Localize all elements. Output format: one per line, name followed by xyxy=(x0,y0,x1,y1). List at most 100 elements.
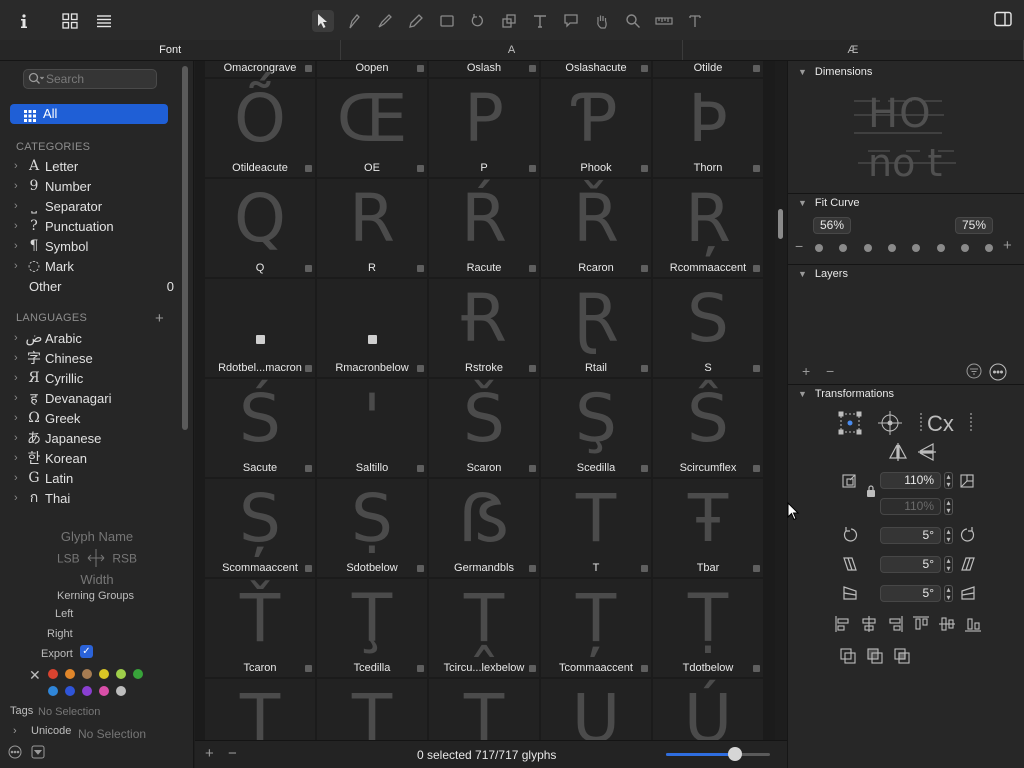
glyph-status-marker[interactable] xyxy=(305,265,312,272)
glyph-cell[interactable]: Ț Tcommaaccent xyxy=(541,579,651,677)
fit-curve-step[interactable] xyxy=(985,244,994,252)
chevron-right-icon[interactable]: › xyxy=(14,412,25,424)
pen-icon[interactable] xyxy=(343,10,365,32)
chevron-right-icon[interactable]: › xyxy=(14,160,25,172)
color-label-swatch[interactable] xyxy=(65,686,75,696)
chevron-right-icon[interactable]: › xyxy=(14,492,25,504)
glyph-cell[interactable]: ꞌ Saltillo xyxy=(317,379,427,477)
sidebar-scrollbar[interactable] xyxy=(182,66,188,430)
glyph-status-marker[interactable] xyxy=(641,65,648,72)
sidebar-item-separator[interactable]: › ⎵ Separator xyxy=(14,197,174,215)
glyph-status-marker[interactable] xyxy=(417,365,424,372)
fit-curve-step[interactable] xyxy=(912,244,921,252)
align-bottom-icon[interactable] xyxy=(964,615,982,636)
chevron-right-icon[interactable]: › xyxy=(14,392,25,404)
glyph-status-marker[interactable] xyxy=(305,65,312,72)
sidebar-item-letter[interactable]: › A Letter xyxy=(14,157,174,175)
glyph-cell[interactable]: RR xyxy=(317,179,427,277)
list-view-icon[interactable] xyxy=(94,11,114,31)
sidebar-item-all[interactable]: All xyxy=(10,104,168,124)
glyph-status-marker[interactable] xyxy=(305,365,312,372)
glyph-cell[interactable]: U xyxy=(541,679,651,740)
draw-icon[interactable] xyxy=(374,10,396,32)
fit-curve-step[interactable] xyxy=(815,244,823,252)
fit-curve-step[interactable] xyxy=(936,244,945,252)
add-language-icon[interactable]: + xyxy=(155,310,164,327)
export-checkbox[interactable]: ✓ xyxy=(80,645,93,658)
flip-vertical-icon[interactable] xyxy=(917,442,937,465)
unicode-value[interactable]: No Selection xyxy=(78,727,146,741)
info-icon[interactable] xyxy=(14,11,34,31)
glyph-status-marker[interactable] xyxy=(753,65,760,72)
skew-stepper[interactable]: ▴ ▾ xyxy=(944,585,953,602)
glyph-status-marker[interactable] xyxy=(417,65,424,72)
rectangle-icon[interactable] xyxy=(436,10,458,32)
glyph-cell[interactable]: Omacrongrave xyxy=(205,61,315,77)
rotate-stepper[interactable]: ▴ ▾ xyxy=(944,527,953,544)
chevron-down-icon[interactable]: ▼ xyxy=(798,389,807,399)
scale-y-field[interactable]: 110% xyxy=(880,498,941,515)
align-middle-icon[interactable] xyxy=(938,615,956,636)
glyph-cell[interactable]: Ţ Tcedilla xyxy=(317,579,427,677)
intersect-icon[interactable] xyxy=(893,647,911,668)
chevron-right-icon[interactable]: › xyxy=(14,260,25,272)
sidebar-item-arabic[interactable]: › ض Arabic xyxy=(14,329,174,347)
fit-curve-step[interactable] xyxy=(839,244,848,252)
slant-right-icon[interactable] xyxy=(958,555,978,578)
scale-x-field[interactable]: 110% xyxy=(880,472,941,489)
glyph-cell[interactable]: Ṣ Sdotbelow xyxy=(317,479,427,577)
kerning-left-label[interactable]: Left xyxy=(55,608,73,620)
glyph-cell[interactable]: Oslash xyxy=(429,61,539,77)
tab-ae[interactable]: Æ xyxy=(683,40,1024,60)
sidebar-item-number[interactable]: › 9 Number xyxy=(14,177,174,195)
sidebar-item-mark[interactable]: › ◌ Mark xyxy=(14,257,174,275)
glyph-cell[interactable]: Ŗ Rcommaaccent xyxy=(653,179,763,277)
fit-curve-step[interactable] xyxy=(863,244,872,252)
glyph-cell[interactable]: Rmacronbelow xyxy=(317,279,427,377)
lock-icon[interactable] xyxy=(866,485,876,500)
glyph-status-marker[interactable] xyxy=(529,465,536,472)
layers-header[interactable]: ▼ Layers xyxy=(798,268,848,280)
glyph-status-marker[interactable] xyxy=(529,165,536,172)
glyph-cell[interactable]: Ṍ Otildeacute xyxy=(205,79,315,177)
more-options-icon[interactable] xyxy=(8,745,22,762)
glyph-status-marker[interactable] xyxy=(641,665,648,672)
scale-x-stepper[interactable]: ▴ ▾ xyxy=(944,472,953,489)
glyph-status-marker[interactable] xyxy=(641,465,648,472)
color-label-swatch[interactable] xyxy=(99,669,109,679)
select-tool-icon[interactable] xyxy=(312,10,334,32)
glyph-cell[interactable]: Ŝ Scircumflex xyxy=(653,379,763,477)
glyph-status-marker[interactable] xyxy=(753,565,760,572)
fit-curve-decrease-icon[interactable]: − xyxy=(795,238,803,254)
crosshair-origin-icon[interactable] xyxy=(878,411,902,438)
glyph-status-marker[interactable] xyxy=(417,465,424,472)
skew-field[interactable]: 5° xyxy=(880,585,941,602)
text-icon[interactable] xyxy=(529,10,551,32)
sidebar-item-other[interactable]: Other 0 xyxy=(14,277,174,295)
sidebar-item-cyrillic[interactable]: › Я Cyrillic xyxy=(14,369,174,387)
glyph-cell[interactable]: Ƥ Phook xyxy=(541,79,651,177)
filter-icon[interactable] xyxy=(966,363,982,382)
glyph-status-marker[interactable] xyxy=(641,365,648,372)
sidebar-item-greek[interactable]: › Ω Greek xyxy=(14,409,174,427)
glyph-cell[interactable]: Ť Tcaron xyxy=(205,579,315,677)
glyph-cell[interactable]: Œ OE xyxy=(317,79,427,177)
chevron-right-icon[interactable]: › xyxy=(14,332,25,344)
glyph-status-marker[interactable] xyxy=(417,265,424,272)
color-label-swatch[interactable] xyxy=(82,669,92,679)
remove-glyph-icon[interactable]: − xyxy=(228,745,237,762)
color-label-swatch[interactable] xyxy=(65,669,75,679)
glyph-cell[interactable]: Ṭ Tdotbelow xyxy=(653,579,763,677)
pencil-icon[interactable] xyxy=(405,10,427,32)
glyph-cell[interactable]: Ś Sacute xyxy=(205,379,315,477)
chevron-right-icon[interactable]: › xyxy=(14,432,25,444)
glyph-status-marker[interactable] xyxy=(529,365,536,372)
chevron-down-icon[interactable]: ▼ xyxy=(798,198,807,208)
chevron-right-icon[interactable]: › xyxy=(13,725,17,737)
sidebar-toggle-icon[interactable] xyxy=(994,11,1012,30)
fit-curve-increase-icon[interactable]: + xyxy=(1003,237,1012,254)
grid-scrollbar[interactable] xyxy=(775,61,787,740)
glyph-cell[interactable]: TT xyxy=(541,479,651,577)
glyph-cell[interactable]: Ř Rcaron xyxy=(541,179,651,277)
skew-down-icon[interactable] xyxy=(840,584,860,607)
